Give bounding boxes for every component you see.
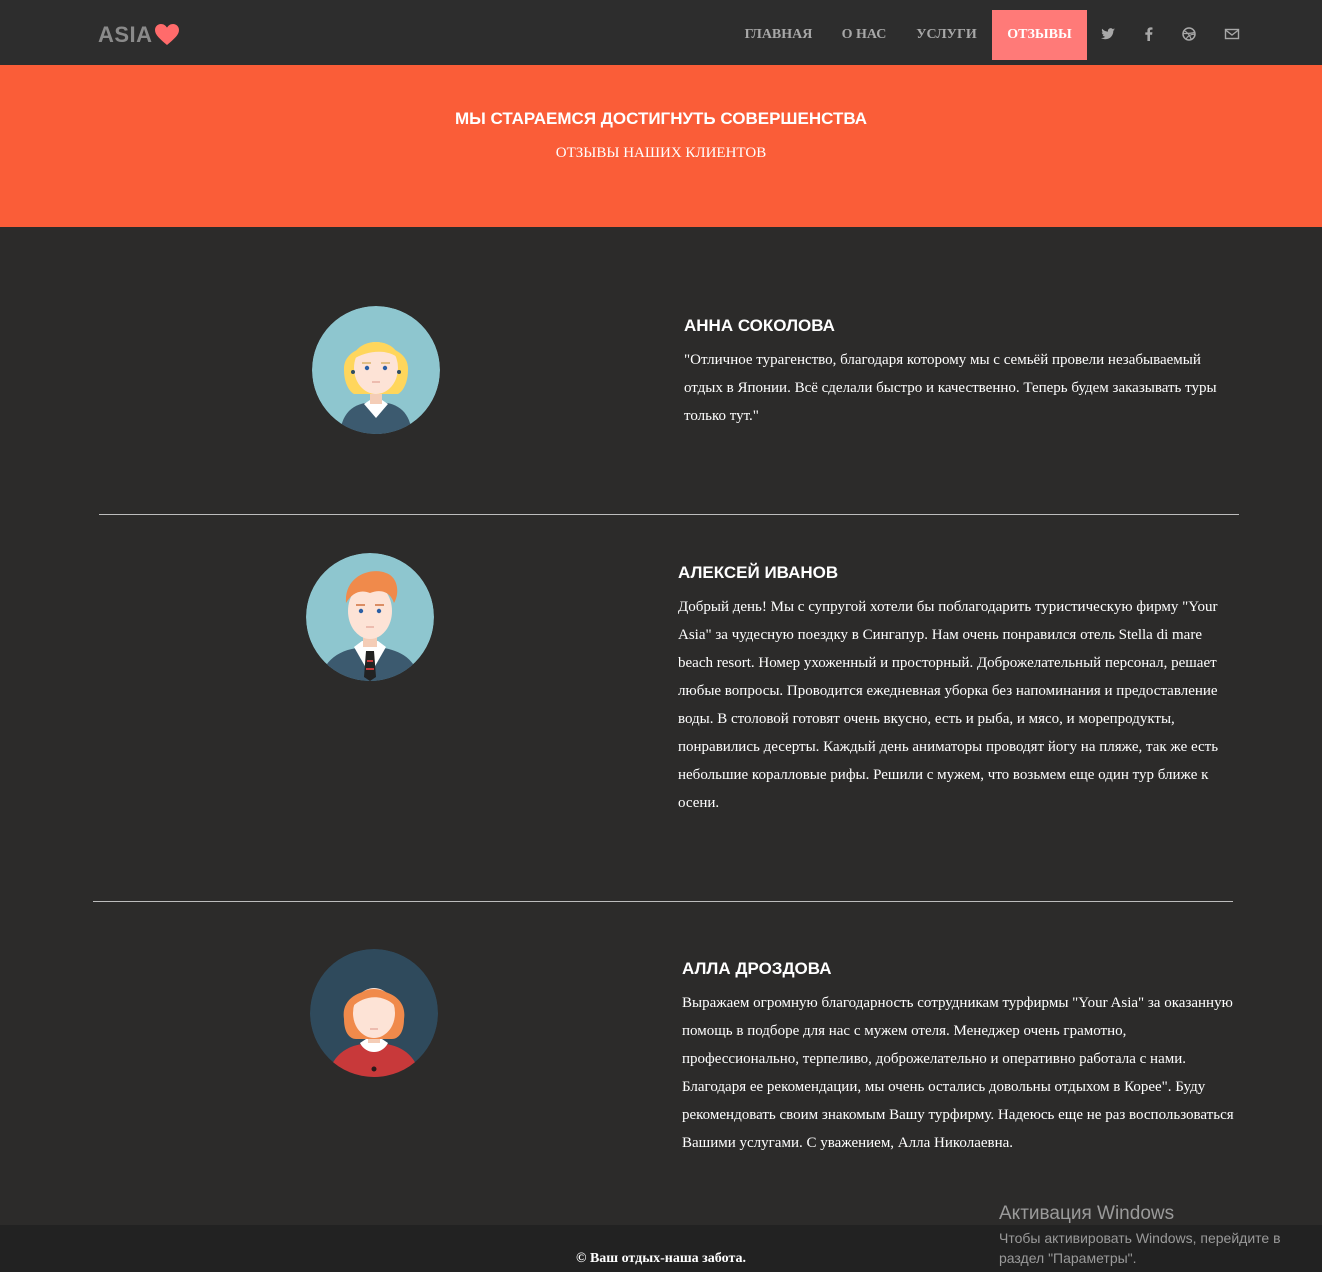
facebook-icon[interactable] [1141,26,1157,42]
top-navbar: ASIA ГЛАВНАЯ О НАС УСЛУГИ ОТЗЫВЫ [0,0,1322,65]
reviewer-avatar [310,949,438,1077]
review-text: "Отличное турагенство, благодаря котором… [684,352,1217,424]
twitter-icon[interactable] [1100,26,1116,42]
nav-link-services[interactable]: УСЛУГИ [905,10,988,60]
nav-link-reviews[interactable]: ОТЗЫВЫ [992,10,1087,60]
review-divider [99,514,1239,515]
review-divider [93,901,1233,902]
hero-title: МЫ СТАРАЕМСЯ ДОСТИГНУТЬ СОВЕРШЕНСТВА [454,109,868,128]
mail-icon[interactable] [1224,26,1240,42]
logo-text: ASIA [98,22,153,47]
windows-activation-title: Активация Windows [999,1203,1175,1224]
review-text: Добрый день! Мы с супругой хотели бы поб… [678,599,1219,811]
reviewer-name: АЛЕКСЕЙ ИВАНОВ [678,563,839,582]
windows-activation-line1: Чтобы активировать Windows, перейдите в [999,1230,1281,1246]
nav-link-home[interactable]: ГЛАВНАЯ [733,10,824,60]
windows-activation-line2: раздел "Параметры". [999,1250,1137,1266]
review-text: Выражаем огромную благодарность сотрудни… [682,995,1234,1151]
reviewer-name: АЛЛА ДРОЗДОВА [682,959,832,978]
reviewer-avatar [312,306,440,434]
site-logo[interactable]: ASIA [98,22,179,48]
dribbble-icon[interactable] [1181,26,1197,42]
hero-subtitle: ОТЗЫВЫ НАШИХ КЛИЕНТОВ [555,145,767,161]
nav-link-about[interactable]: О НАС [831,10,897,60]
reviewer-name: АННА СОКОЛОВА [684,316,835,335]
hero-banner: МЫ СТАРАЕМСЯ ДОСТИГНУТЬ СОВЕРШЕНСТВА ОТЗ… [0,65,1322,227]
heart-icon [154,24,179,45]
reviewer-avatar [306,553,434,681]
windows-activation-watermark: Активация Windows Чтобы активировать Win… [999,1202,1281,1268]
